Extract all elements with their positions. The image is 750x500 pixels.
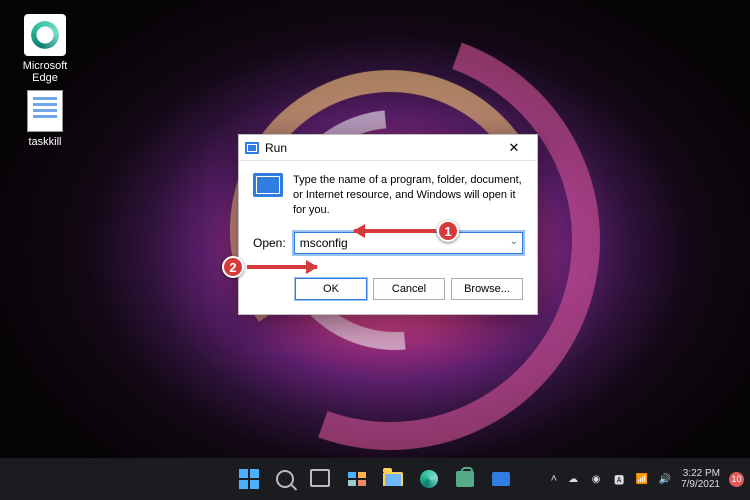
browse-button[interactable]: Browse...	[451, 278, 523, 300]
run-description: Type the name of a program, folder, docu…	[293, 173, 523, 218]
store-icon	[456, 471, 474, 487]
close-button[interactable]: ✕	[497, 137, 531, 159]
run-dialog: Run ✕ Type the name of a program, folder…	[238, 134, 538, 315]
cancel-button[interactable]: Cancel	[373, 278, 445, 300]
run-icon	[492, 472, 510, 486]
clock-time: 3:22 PM	[681, 468, 720, 480]
open-input[interactable]	[294, 232, 523, 254]
search-button[interactable]	[270, 464, 300, 494]
chevron-down-icon[interactable]: ⌄	[510, 236, 518, 247]
desktop-icon-taskkill[interactable]: taskkill	[10, 90, 80, 148]
ok-button[interactable]: OK	[295, 278, 367, 300]
folder-icon	[383, 472, 403, 486]
annotation-arrow-2	[247, 265, 317, 269]
annotation-arrow-1	[354, 229, 436, 233]
taskbar-center	[234, 464, 516, 494]
desktop-icon-label: Microsoft Edge	[10, 60, 80, 84]
windows-icon	[239, 469, 259, 489]
desktop-icon-label: taskkill	[10, 136, 80, 148]
store-button[interactable]	[450, 464, 480, 494]
task-view-icon	[313, 472, 329, 486]
volume-tray-icon[interactable]: 🔊	[658, 472, 672, 486]
security-tray-icon[interactable]: ◉	[589, 472, 603, 486]
onedrive-tray-icon[interactable]: ☁	[566, 472, 580, 486]
input-language-icon[interactable]: 🅰	[612, 472, 626, 486]
close-icon: ✕	[509, 140, 520, 156]
run-app-icon	[253, 173, 283, 197]
annotation-badge-1: 1	[437, 220, 459, 242]
network-tray-icon[interactable]: 📶	[635, 472, 649, 486]
start-button[interactable]	[234, 464, 264, 494]
open-combobox[interactable]: ⌄	[294, 232, 523, 254]
run-titlebar[interactable]: Run ✕	[239, 135, 537, 161]
taskbar-clock[interactable]: 3:22 PM 7/9/2021	[681, 468, 720, 491]
run-taskbar-button[interactable]	[486, 464, 516, 494]
file-explorer-button[interactable]	[378, 464, 408, 494]
system-tray: ˄ ☁ ◉ 🅰 📶 🔊 3:22 PM 7/9/2021 10	[551, 468, 744, 491]
task-view-button[interactable]	[306, 464, 336, 494]
open-label: Open:	[253, 236, 286, 250]
widgets-icon	[348, 472, 366, 486]
tray-overflow-button[interactable]: ˄	[551, 473, 557, 485]
clock-date: 7/9/2021	[681, 479, 720, 491]
edge-taskbar-button[interactable]	[414, 464, 444, 494]
textfile-icon	[24, 90, 66, 132]
edge-icon	[420, 470, 438, 488]
desktop-icon-edge[interactable]: Microsoft Edge	[10, 14, 80, 84]
annotation-badge-2: 2	[222, 256, 244, 278]
run-title: Run	[265, 141, 497, 155]
search-icon	[276, 470, 294, 488]
widgets-button[interactable]	[342, 464, 372, 494]
taskbar: ˄ ☁ ◉ 🅰 📶 🔊 3:22 PM 7/9/2021 10	[0, 458, 750, 500]
run-icon	[245, 142, 259, 154]
notification-count-badge[interactable]: 10	[729, 472, 744, 487]
edge-icon	[24, 14, 66, 56]
